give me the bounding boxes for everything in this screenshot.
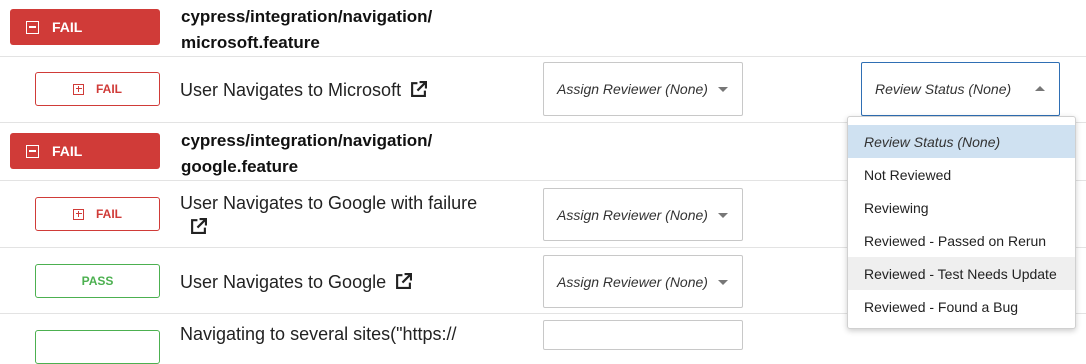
assign-reviewer-select[interactable]: Assign Reviewer (None) xyxy=(543,62,743,116)
scenario-name-text: User Navigates to Google xyxy=(180,272,387,292)
assign-reviewer-select[interactable] xyxy=(543,320,743,350)
assign-reviewer-value: Assign Reviewer (None) xyxy=(557,206,708,223)
scenario-status-label: PASS xyxy=(81,274,114,288)
review-status-option[interactable]: Not Reviewed xyxy=(848,158,1075,191)
review-status-option[interactable]: Reviewing xyxy=(848,191,1075,224)
scenario-status-badge[interactable]: FAIL xyxy=(35,197,160,231)
plus-square-icon xyxy=(73,208,84,220)
assign-reviewer-value: Assign Reviewer (None) xyxy=(557,81,708,97)
feature-status-badge[interactable]: FAIL xyxy=(10,133,160,169)
feature-status-badge[interactable]: FAIL xyxy=(10,9,160,45)
scenario-name[interactable]: User Navigates to Google xyxy=(180,270,413,294)
feature-title: cypress/integration/navigation/ microsof… xyxy=(181,4,432,56)
external-link-icon[interactable] xyxy=(410,81,428,98)
feature-row-microsoft: FAIL cypress/integration/navigation/ mic… xyxy=(0,0,1086,57)
feature-status-label: FAIL xyxy=(52,143,83,159)
review-status-dropdown: Review Status (None) Not Reviewed Review… xyxy=(847,116,1076,329)
caret-down-icon xyxy=(718,279,728,285)
minus-square-icon xyxy=(26,144,39,158)
feature-title: cypress/integration/navigation/ google.f… xyxy=(181,128,432,180)
feature-file: microsoft.feature xyxy=(181,33,320,52)
review-status-option[interactable]: Reviewed - Found a Bug xyxy=(848,290,1075,323)
caret-down-icon xyxy=(718,212,728,218)
scenario-status-badge[interactable]: PASS xyxy=(35,264,160,298)
scenario-name[interactable]: Navigating to several sites("https:// xyxy=(180,322,457,346)
feature-status-label: FAIL xyxy=(52,19,83,35)
assign-reviewer-select[interactable]: Assign Reviewer (None) xyxy=(543,255,743,308)
scenario-status-label: FAIL xyxy=(96,207,122,221)
feature-file: google.feature xyxy=(181,157,299,176)
caret-up-icon xyxy=(1035,86,1045,91)
caret-down-icon xyxy=(718,87,728,92)
scenario-status-badge[interactable]: FAIL xyxy=(35,72,160,106)
feature-path: cypress/integration/navigation/ xyxy=(181,7,433,26)
scenario-name-text: Navigating to several sites("https:// xyxy=(180,324,457,344)
scenario-name[interactable]: User Navigates to Microsoft xyxy=(180,78,428,102)
feature-path: cypress/integration/navigation/ xyxy=(181,131,433,150)
scenario-name[interactable]: User Navigates to Google with failure xyxy=(180,191,510,239)
assign-reviewer-select[interactable]: Assign Reviewer (None) xyxy=(543,188,743,241)
review-status-option[interactable]: Reviewed - Passed on Rerun xyxy=(848,224,1075,257)
external-link-icon[interactable] xyxy=(395,273,413,290)
scenario-name-text: User Navigates to Microsoft xyxy=(180,80,402,100)
assign-reviewer-value: Assign Reviewer (None) xyxy=(557,273,708,290)
scenario-status-label: FAIL xyxy=(96,82,122,96)
scenario-name-text: User Navigates to Google with failure xyxy=(180,193,478,213)
scenario-status-badge[interactable] xyxy=(35,330,160,364)
scenario-row: FAIL User Navigates to Microsoft Assign … xyxy=(0,57,1086,123)
external-link-icon[interactable] xyxy=(190,218,207,235)
minus-square-icon xyxy=(26,20,39,34)
review-status-option[interactable]: Review Status (None) xyxy=(848,125,1075,158)
review-status-value: Review Status (None) xyxy=(875,81,1012,97)
review-status-option[interactable]: Reviewed - Test Needs Update xyxy=(848,257,1075,290)
plus-square-icon xyxy=(73,83,84,95)
review-status-select[interactable]: Review Status (None) xyxy=(861,62,1060,116)
